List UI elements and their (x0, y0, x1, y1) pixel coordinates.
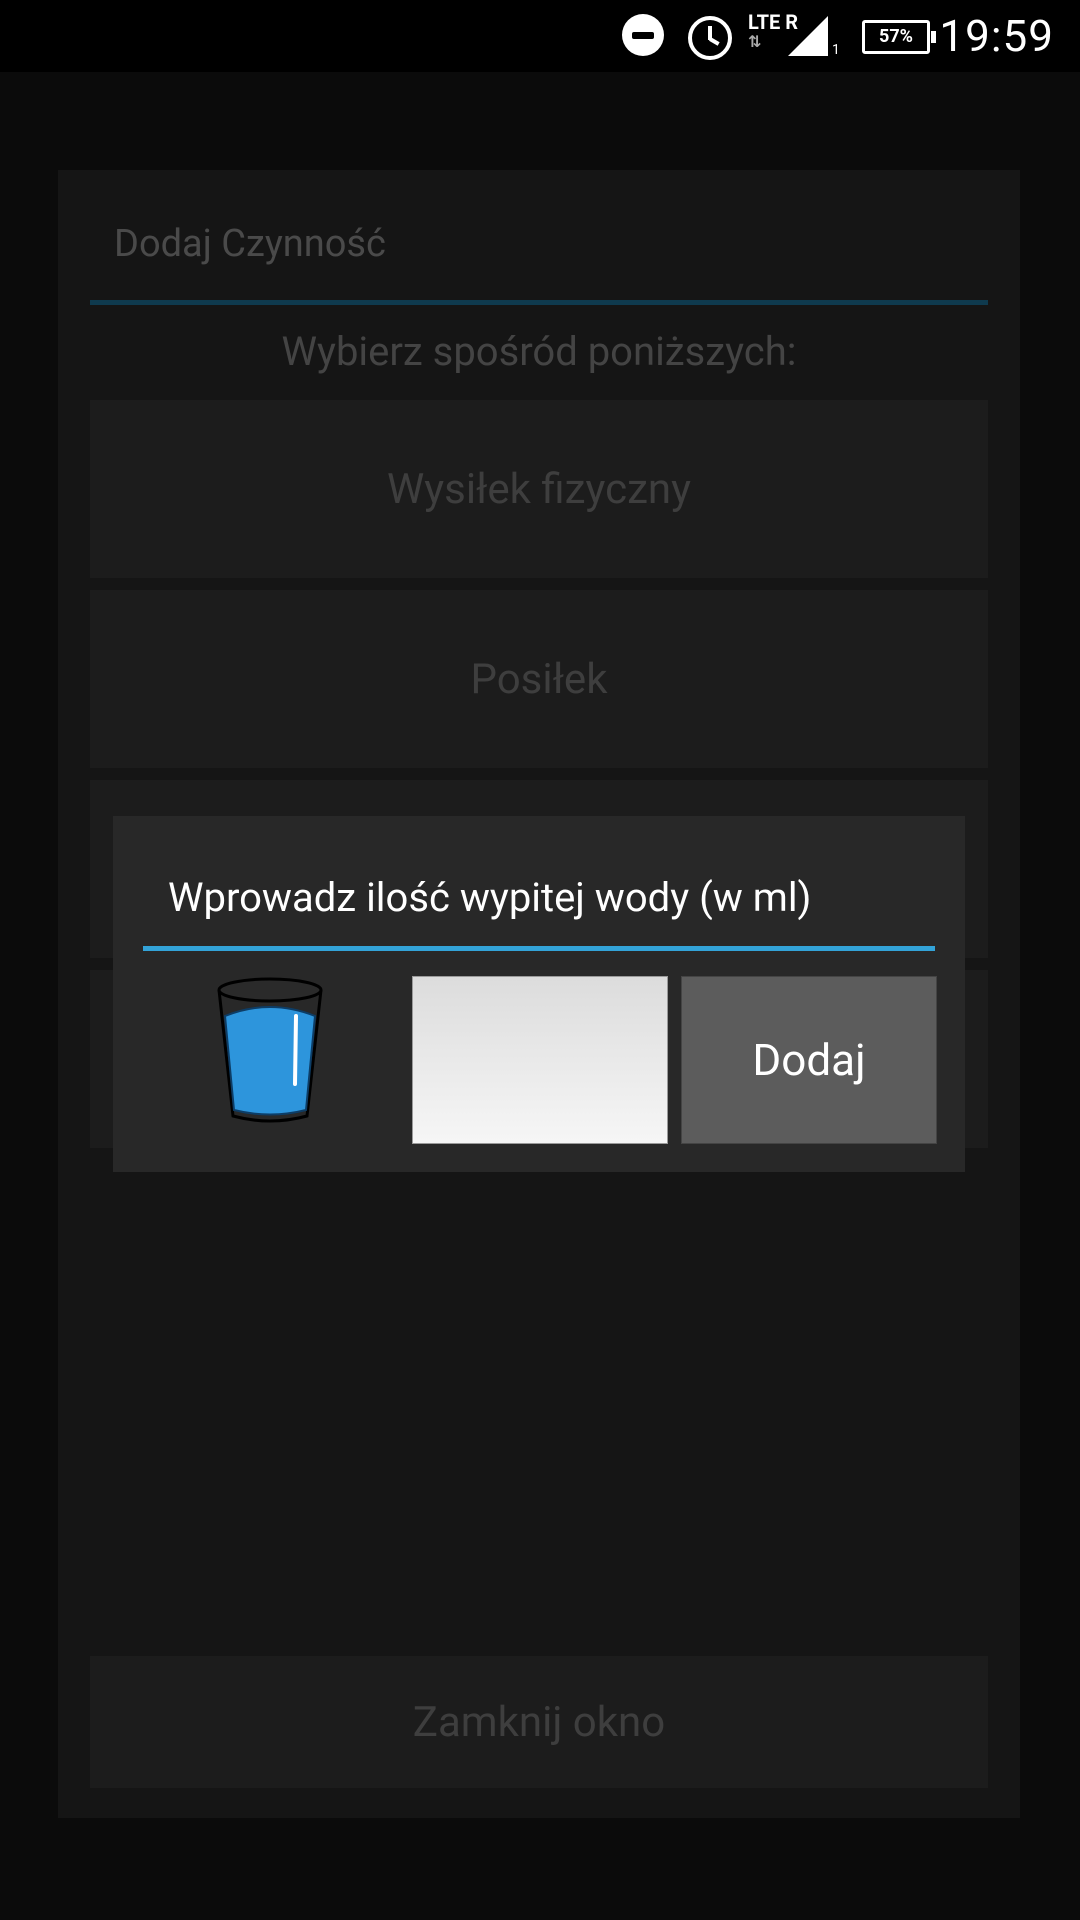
do-not-disturb-icon (622, 14, 664, 56)
water-amount-input[interactable] (412, 976, 668, 1144)
dialog-title: Dodaj Czynność (114, 222, 386, 266)
water-dialog-divider (143, 946, 935, 951)
battery-icon: 57% (862, 20, 936, 54)
water-dialog-title: Wprowadz ilość wypitej wody (w ml) (168, 874, 812, 921)
alarm-icon (688, 16, 732, 60)
physical-activity-button[interactable]: Wysiłek fizyczny (90, 400, 988, 578)
water-intake-dialog: Wprowadz ilość wypitej wody (w ml) Dodaj (113, 816, 965, 1172)
clock: 19:59 (939, 10, 1054, 62)
close-window-button[interactable]: Zamknij okno (90, 1656, 988, 1788)
sim-slot-number: 1 (832, 42, 840, 58)
status-bar: LTE R ⇅ 1 57% 19:59 (0, 0, 1080, 72)
water-glass-icon (217, 977, 323, 1123)
dialog-subtitle: Wybierz spośród poniższych: (281, 328, 797, 375)
add-water-button[interactable]: Dodaj (681, 976, 937, 1144)
meal-button[interactable]: Posiłek (90, 590, 988, 768)
network-type: LTE (748, 10, 781, 34)
signal-icon (788, 16, 828, 56)
title-divider (90, 300, 988, 305)
